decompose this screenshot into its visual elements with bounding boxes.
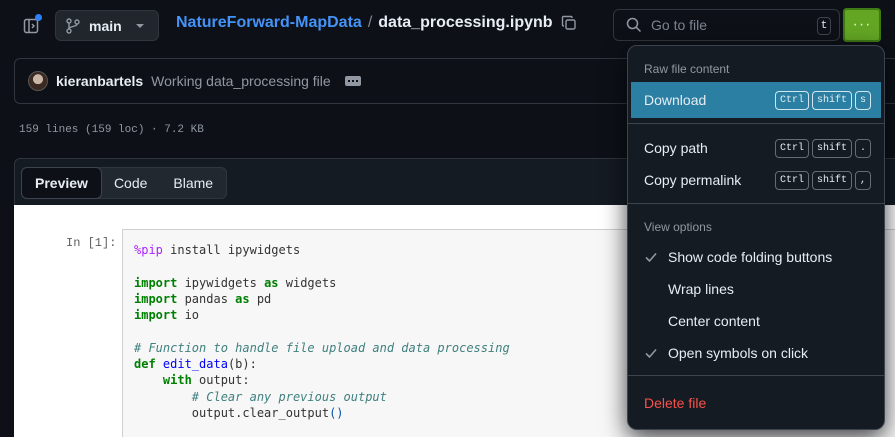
menu-item-label: Download — [644, 92, 707, 108]
menu-item-label: Wrap lines — [668, 281, 734, 297]
menu-item-label: Center content — [668, 313, 760, 329]
file-info: 159 lines (159 loc) · 7.2 KB — [19, 124, 204, 136]
menu-item-label: Open symbols on click — [668, 345, 809, 361]
repo-link[interactable]: NatureForward-MapData — [176, 14, 362, 32]
search-icon — [626, 17, 642, 33]
menu-item-copy-path[interactable]: Copy path Ctrl shift . — [631, 130, 881, 166]
code-content: %pip install ipywidgets import ipywidget… — [134, 243, 510, 420]
cell-prompt: In [1]: — [66, 236, 117, 250]
menu-item-label: Delete file — [644, 395, 707, 411]
menu-item-wrap-lines[interactable]: Wrap lines — [631, 271, 881, 307]
notification-dot — [35, 14, 42, 21]
menu-group-view-options: View options — [644, 220, 712, 234]
keyboard-shortcut: Ctrl shift , — [774, 170, 871, 190]
menu-item-label: Copy permalink — [644, 172, 742, 188]
menu-item-label: Copy path — [644, 140, 708, 156]
branch-name: main — [89, 17, 122, 34]
keyboard-shortcut: Ctrl shift . — [774, 138, 871, 158]
tab-preview[interactable]: Preview — [21, 167, 102, 199]
menu-group-raw: Raw file content — [644, 62, 730, 76]
tab-blame[interactable]: Blame — [160, 168, 226, 198]
branch-selector-button[interactable]: main — [55, 10, 159, 41]
sidebar-toggle-button[interactable] — [14, 10, 48, 42]
breadcrumb: NatureForward-MapData / data_processing.… — [176, 14, 577, 32]
keyboard-shortcut: Ctrl shift s — [774, 90, 871, 110]
avatar[interactable] — [28, 71, 48, 91]
copy-icon[interactable] — [561, 15, 577, 31]
file-name: data_processing.ipynb — [378, 14, 553, 31]
go-to-file-shortcut: t — [817, 17, 831, 35]
more-options-button[interactable]: ··· — [843, 8, 881, 42]
kebab-horizontal-icon: ··· — [852, 16, 872, 33]
breadcrumb-separator: / — [367, 14, 373, 31]
menu-item-show-code-folding[interactable]: Show code folding buttons — [631, 239, 881, 275]
commit-message[interactable]: Working data_processing file — [151, 73, 331, 89]
menu-divider — [628, 123, 884, 124]
check-icon — [645, 348, 657, 359]
menu-item-center-content[interactable]: Center content — [631, 303, 881, 339]
ellipsis-icon[interactable] — [344, 76, 361, 86]
check-icon — [645, 252, 657, 263]
caret-down-icon — [135, 23, 144, 28]
view-mode-tabs: Preview Code Blame — [21, 167, 228, 199]
go-to-file-input[interactable]: Go to file t — [613, 9, 840, 41]
menu-divider — [628, 203, 884, 204]
menu-item-label: Show code folding buttons — [668, 249, 833, 265]
menu-item-open-symbols[interactable]: Open symbols on click — [631, 335, 881, 371]
tab-code[interactable]: Code — [101, 168, 160, 198]
menu-item-delete-file[interactable]: Delete file — [631, 385, 881, 421]
go-to-file-placeholder: Go to file — [651, 17, 708, 33]
menu-item-download[interactable]: Download Ctrl shift s — [631, 82, 881, 118]
menu-divider — [628, 375, 884, 376]
menu-item-copy-permalink[interactable]: Copy permalink Ctrl shift , — [631, 162, 881, 198]
git-branch-icon — [66, 17, 80, 34]
commit-author[interactable]: kieranbartels — [56, 73, 143, 89]
